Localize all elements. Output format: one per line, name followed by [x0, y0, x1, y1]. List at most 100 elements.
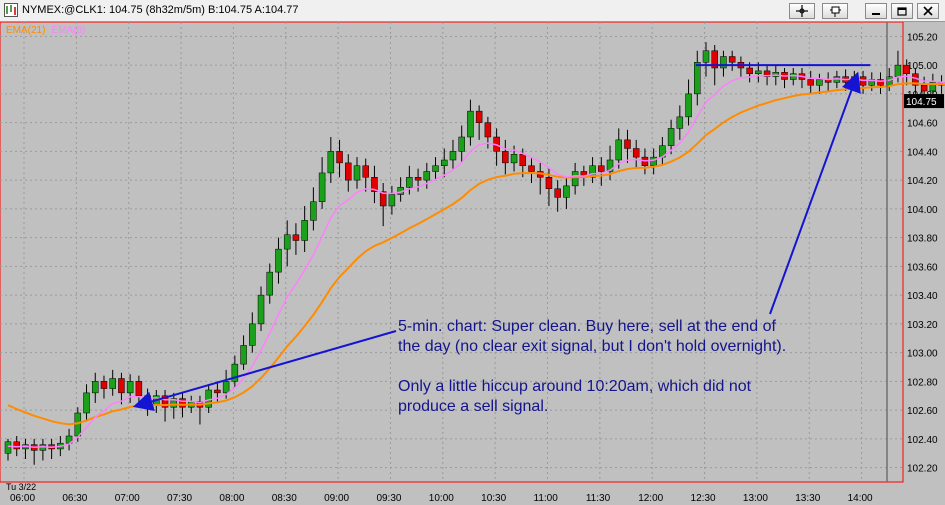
candle-body	[894, 64, 902, 77]
candle-body	[318, 172, 326, 202]
y-tick-label: 105.20	[907, 32, 938, 43]
x-tick-label: 11:30	[586, 493, 611, 504]
x-tick-label: 12:30	[691, 493, 716, 504]
candle-body	[214, 389, 221, 394]
x-tick-label: 09:00	[324, 493, 349, 504]
candle-body	[458, 136, 465, 152]
annotation-paragraph-2: Only a little hiccup around 10:20am, whi…	[398, 378, 752, 415]
annotation-paragraph-1: 5-min. chart: Super clean. Buy here, sel…	[398, 318, 787, 355]
x-tick-label: 10:30	[481, 493, 506, 504]
y-tick-label: 105.00	[907, 61, 938, 72]
y-tick-label: 102.20	[907, 464, 938, 475]
candle-body	[467, 110, 474, 138]
candle-body	[362, 165, 369, 178]
candle-body	[4, 441, 12, 454]
x-tick-label: 14:00	[848, 493, 873, 504]
candle-body	[257, 294, 265, 325]
candle-body	[475, 110, 483, 123]
candle-body	[441, 159, 448, 166]
candle-body	[92, 381, 99, 394]
candle-body	[728, 56, 736, 63]
candle-body	[502, 151, 509, 164]
x-tick-label: 07:00	[115, 493, 140, 504]
window-title: NYMEX:@CLK1: 104.75 (8h32m/5m) B:104.75 …	[22, 4, 299, 16]
candle-body	[449, 151, 457, 161]
candle-body	[240, 345, 247, 365]
candle-body	[624, 139, 631, 149]
candle-body	[100, 381, 108, 389]
x-tick-label: 06:00	[10, 493, 35, 504]
candle-body	[510, 154, 518, 164]
candle-body	[694, 62, 701, 95]
crosshair-button[interactable]	[789, 3, 815, 19]
candle-body	[423, 171, 431, 181]
candle-body	[222, 381, 230, 394]
x-tick-label: 09:30	[376, 493, 401, 504]
y-tick-label: 102.80	[907, 377, 938, 388]
x-tick-label: 07:30	[167, 493, 192, 504]
candle-body	[720, 56, 727, 69]
minimize-button[interactable]	[865, 3, 887, 19]
indicator-legend: EMA(21) EMA(8)	[6, 25, 85, 36]
pin-button[interactable]	[822, 3, 848, 19]
candle-body	[266, 271, 273, 296]
candle-body	[545, 177, 553, 189]
x-tick-label: 13:00	[743, 493, 768, 504]
candle-body	[903, 64, 910, 74]
y-tick-label: 103.80	[907, 234, 938, 245]
pin-icon	[830, 6, 841, 17]
minimize-icon	[872, 13, 880, 15]
candle-body	[135, 381, 143, 396]
y-tick-label: 104.60	[907, 119, 938, 130]
x-tick-label: 08:00	[219, 493, 244, 504]
y-tick-label: 103.00	[907, 349, 938, 360]
candle-body	[484, 122, 492, 138]
y-tick-label: 102.40	[907, 435, 938, 446]
candle-body	[275, 248, 282, 273]
candle-body	[283, 234, 291, 250]
last-price-label: 104.75	[906, 97, 937, 108]
candle-body	[816, 79, 823, 86]
candle-body	[598, 165, 605, 172]
candle-body	[345, 162, 352, 181]
candle-body	[327, 151, 335, 174]
candle-body	[336, 151, 343, 164]
candle-body	[632, 148, 640, 158]
candle-body	[118, 378, 125, 394]
candle-body	[571, 171, 579, 187]
candle-body	[310, 201, 317, 221]
candle-body	[790, 73, 797, 80]
candle-body	[83, 392, 90, 414]
candle-body	[388, 194, 396, 207]
ema8-label: EMA(8)	[51, 25, 86, 36]
candle-body	[685, 93, 692, 118]
y-tick-label: 104.40	[907, 147, 938, 158]
date-label: Tu 3/22	[6, 482, 36, 492]
candle-body	[746, 67, 753, 74]
y-tick-label: 103.20	[907, 320, 938, 331]
candle-body	[702, 50, 710, 63]
candle-body	[807, 79, 814, 86]
candle-body	[126, 381, 134, 394]
x-tick-label: 12:00	[638, 493, 663, 504]
app-icon	[4, 3, 18, 17]
close-button[interactable]	[917, 3, 939, 19]
candle-body	[301, 220, 308, 241]
candle-body	[650, 156, 657, 166]
y-tick-label: 102.60	[907, 406, 938, 417]
x-tick-label: 10:00	[429, 493, 454, 504]
crosshair-icon	[796, 5, 808, 17]
candle-body	[414, 177, 422, 181]
x-tick-label: 08:30	[272, 493, 297, 504]
candle-body	[179, 398, 186, 408]
candle-body	[676, 116, 684, 129]
candle-body	[755, 70, 762, 74]
candle-body	[519, 154, 527, 166]
x-tick-label: 11:00	[534, 493, 559, 504]
candle-body	[406, 177, 413, 188]
y-tick-label: 103.40	[907, 291, 938, 302]
title-bar[interactable]: NYMEX:@CLK1: 104.75 (8h32m/5m) B:104.75 …	[0, 0, 945, 22]
x-tick-label: 13:30	[795, 493, 820, 504]
restore-button[interactable]	[891, 3, 913, 19]
close-icon	[923, 6, 933, 16]
